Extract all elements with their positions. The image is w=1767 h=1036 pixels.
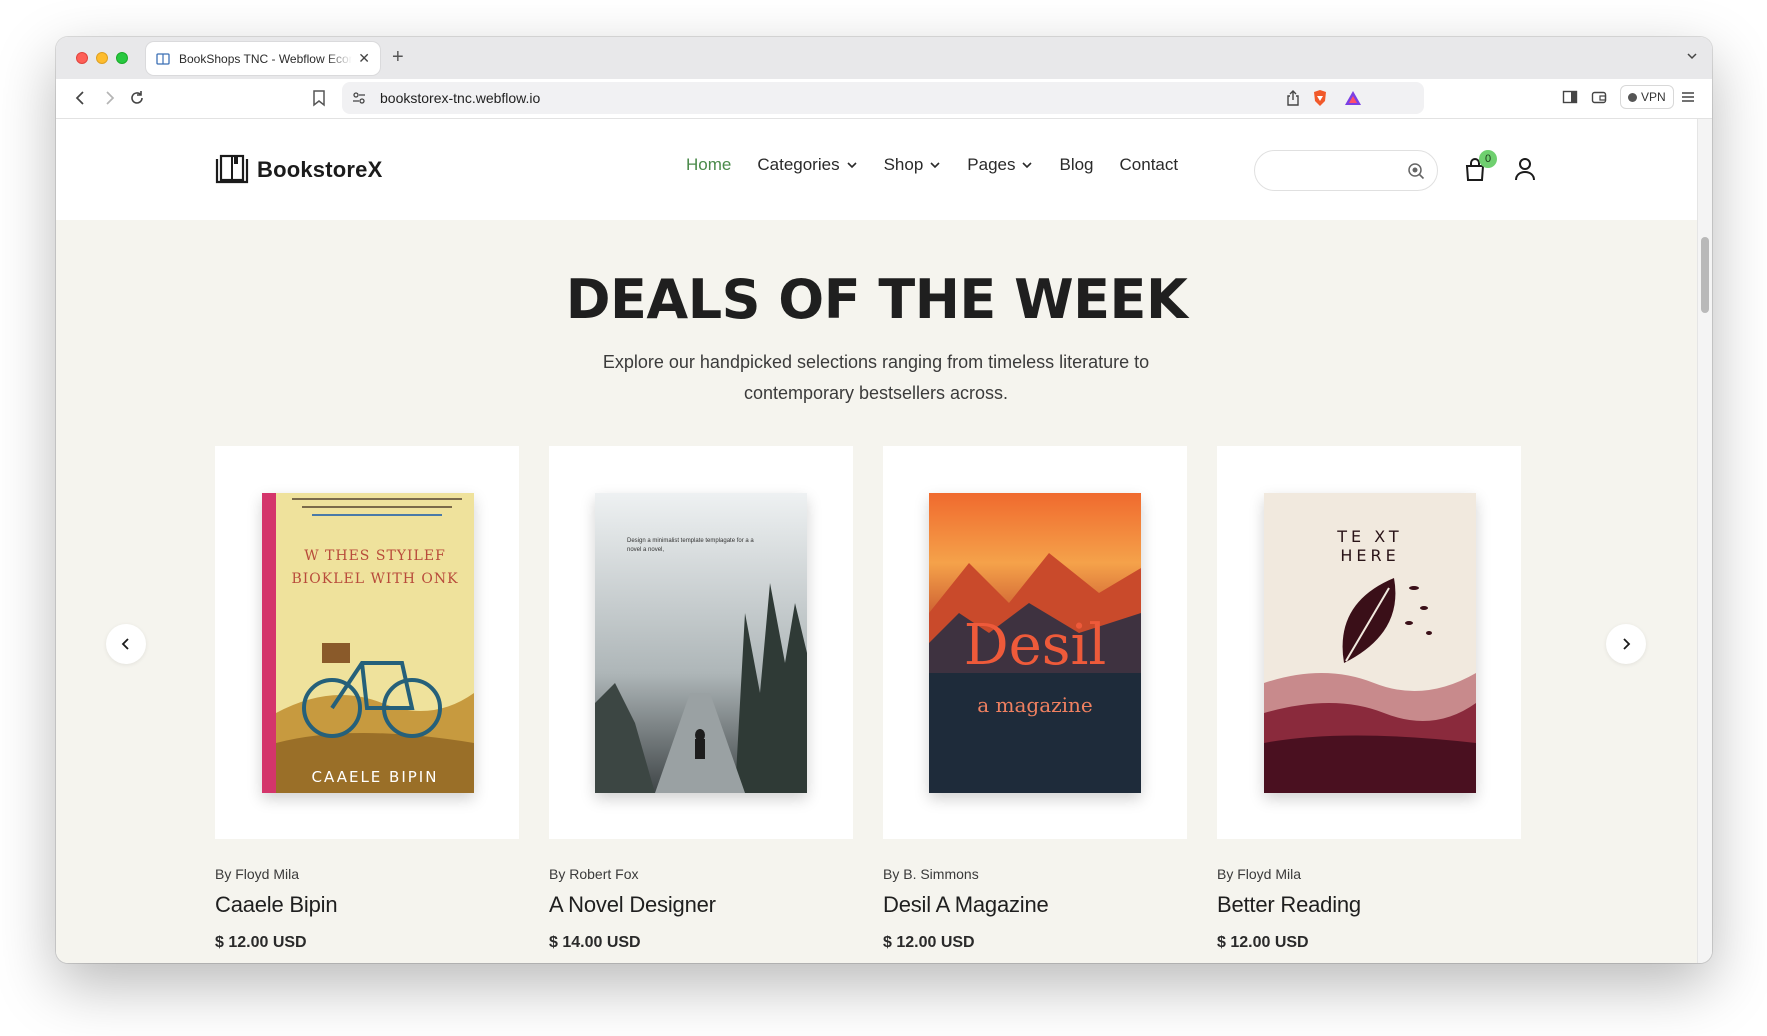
tab-close-icon[interactable]: ✕ xyxy=(358,50,370,67)
forward-icon[interactable] xyxy=(100,89,118,107)
product-title[interactable]: A Novel Designer xyxy=(549,892,853,918)
browser-toolbar: bookstorex-tnc.webflow.io VPN xyxy=(56,79,1712,119)
chevron-right-icon xyxy=(1623,638,1631,650)
product-author: By B. Simmons xyxy=(883,866,979,882)
site-header: BookstoreX Home Categories Shop Pages Bl… xyxy=(56,119,1697,220)
open-book-logo-icon xyxy=(215,154,249,184)
search-input[interactable] xyxy=(1271,162,1401,178)
product-title[interactable]: Better Reading xyxy=(1217,892,1521,918)
new-tab-icon[interactable]: + xyxy=(392,46,404,68)
nav-categories-label: Categories xyxy=(757,155,840,174)
product-author: By Robert Fox xyxy=(549,866,639,882)
product-price: $ 12.00 USD xyxy=(883,934,975,951)
menu-icon[interactable] xyxy=(1680,89,1696,105)
nav-blog[interactable]: Blog xyxy=(1059,155,1093,175)
nav-home-label: Home xyxy=(686,155,732,174)
product-info: By Floyd Mila Better Reading $ 12.00 USD xyxy=(1217,866,1521,952)
vpn-status-icon xyxy=(1628,92,1637,102)
book-favicon-icon xyxy=(156,52,170,65)
cover-subtitle-text: a magazine xyxy=(977,693,1093,717)
nav-contact[interactable]: Contact xyxy=(1120,155,1179,175)
chevron-down-icon xyxy=(1022,162,1033,169)
close-window-button[interactable] xyxy=(76,52,88,64)
search-box xyxy=(1254,150,1438,191)
product-image-card[interactable]: W THES STYILEF BIOKLEL WITH ONK CAAELE B… xyxy=(215,446,519,839)
nav-pages[interactable]: Pages xyxy=(967,155,1033,175)
product-author: By Floyd Mila xyxy=(1217,866,1302,882)
search-icon[interactable] xyxy=(1407,162,1425,180)
url-text: bookstorex-tnc.webflow.io xyxy=(380,90,541,106)
product-image-card[interactable]: TE XT HERE xyxy=(1217,446,1521,839)
reload-icon[interactable] xyxy=(128,89,146,107)
chevron-down-icon xyxy=(847,162,857,169)
section-subtitle: Explore our handpicked selections rangin… xyxy=(602,352,1150,403)
nav-shop[interactable]: Shop xyxy=(884,155,942,175)
chevron-left-icon xyxy=(121,638,129,650)
book-cover-image: TE XT HERE xyxy=(1264,493,1476,793)
browser-tab[interactable]: BookShops TNC - Webflow Ecommerce ✕ xyxy=(146,42,380,75)
nav-blog-label: Blog xyxy=(1059,155,1094,174)
brave-rewards-icon[interactable] xyxy=(1344,90,1362,106)
tab-bar: BookShops TNC - Webflow Ecommerce ✕ + xyxy=(56,37,1712,79)
user-account-icon[interactable] xyxy=(1514,157,1536,181)
wallet-icon[interactable] xyxy=(1591,89,1607,105)
cover-title-text: Desil xyxy=(963,613,1107,678)
product-image-card[interactable]: Design a minimalist template templagate … xyxy=(549,446,853,839)
cover-title-text: TE XT HERE xyxy=(1337,527,1403,565)
nav-home[interactable]: Home xyxy=(686,155,731,175)
window-controls xyxy=(76,52,128,64)
brave-shield-icon[interactable] xyxy=(1312,89,1328,107)
product-info: By Floyd Mila Caaele Bipin $ 12.00 USD xyxy=(215,866,519,952)
product-price: $ 12.00 USD xyxy=(215,934,307,951)
minimize-window-button[interactable] xyxy=(96,52,108,64)
product-info: By B. Simmons Desil A Magazine $ 12.00 U… xyxy=(883,866,1187,952)
carousel-prev-button[interactable] xyxy=(106,624,146,664)
vpn-label: VPN xyxy=(1641,90,1666,104)
bicycle-cover-art xyxy=(262,493,474,793)
site-logo[interactable]: BookstoreX xyxy=(215,154,382,186)
product-image-card[interactable]: Desil a magazine xyxy=(883,446,1187,839)
share-icon[interactable] xyxy=(1286,90,1300,106)
nav-shop-label: Shop xyxy=(883,155,924,174)
page-viewport: BookstoreX Home Categories Shop Pages Bl… xyxy=(56,119,1712,963)
book-cover-image: W THES STYILEF BIOKLEL WITH ONK CAAELE B… xyxy=(262,493,474,793)
cart-count-badge: 0 xyxy=(1479,150,1497,168)
book-cover-image: Design a minimalist template templagate … xyxy=(595,493,807,793)
address-bar[interactable]: bookstorex-tnc.webflow.io xyxy=(342,82,1424,114)
product-title[interactable]: Caaele Bipin xyxy=(215,892,519,918)
page-scrollbar[interactable] xyxy=(1697,119,1712,963)
sidebar-toggle-icon[interactable] xyxy=(1562,89,1578,105)
product-price: $ 14.00 USD xyxy=(549,934,641,951)
nav-categories[interactable]: Categories xyxy=(757,155,857,175)
product-title[interactable]: Desil A Magazine xyxy=(883,892,1187,918)
chevron-down-icon xyxy=(930,162,940,169)
product-author: By Floyd Mila xyxy=(215,866,300,882)
carousel-next-button[interactable] xyxy=(1606,624,1646,664)
vpn-button[interactable]: VPN xyxy=(1620,85,1674,109)
cover-title-text: Design a minimalist template templagate … xyxy=(627,538,754,553)
browser-window: BookShops TNC - Webflow Ecommerce ✕ + xyxy=(56,37,1712,963)
main-nav: Home Categories Shop Pages Blog Contact xyxy=(686,155,1178,175)
back-icon[interactable] xyxy=(72,89,90,107)
product-price: $ 12.00 USD xyxy=(1217,934,1309,951)
tab-title: BookShops TNC - Webflow Ecommerce xyxy=(179,51,352,66)
cover-bottom-text: CAAELE BIPIN xyxy=(311,768,439,786)
section-title: DEALS OF THE WEEK xyxy=(565,268,1188,331)
site-settings-icon[interactable] xyxy=(352,91,366,105)
product-info: By Robert Fox A Novel Designer $ 14.00 U… xyxy=(549,866,853,952)
scrollbar-thumb[interactable] xyxy=(1701,237,1709,313)
zoom-window-button[interactable] xyxy=(116,52,128,64)
deals-section: DEALS OF THE WEEK Explore our handpicked… xyxy=(56,220,1697,963)
nav-pages-label: Pages xyxy=(967,155,1016,174)
nav-contact-label: Contact xyxy=(1119,155,1179,174)
logo-text: BookstoreX xyxy=(257,157,383,182)
tab-list-chevron-icon[interactable] xyxy=(1686,50,1698,62)
cover-title-text: W THES STYILEF BIOKLEL WITH ONK xyxy=(291,548,459,587)
book-cover-image: Desil a magazine xyxy=(929,493,1141,793)
bookmark-icon[interactable] xyxy=(311,89,327,107)
